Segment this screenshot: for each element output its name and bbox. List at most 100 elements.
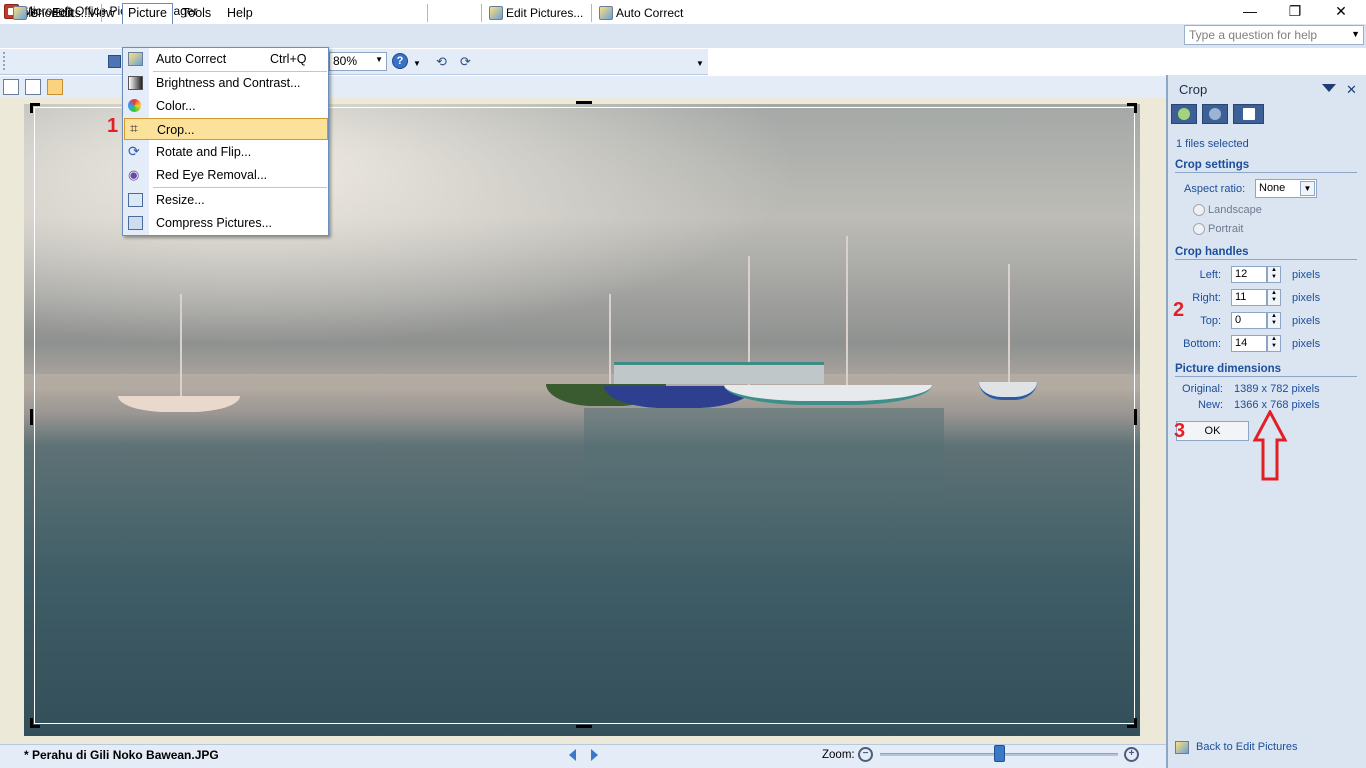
menu-item-brightness-contrast[interactable]: Brightness and Contrast... — [123, 72, 328, 94]
crop-right-input[interactable]: 11 — [1231, 289, 1267, 306]
chevron-down-icon[interactable]: ▼ — [375, 55, 383, 64]
pane-back-button[interactable] — [1171, 104, 1197, 124]
home-icon — [1243, 108, 1255, 120]
section-divider — [1175, 259, 1357, 260]
help-icon[interactable]: ? — [392, 53, 408, 69]
menu-separator — [153, 187, 327, 188]
toolbar-separator — [427, 4, 428, 22]
chevron-down-icon[interactable]: ▼ — [1300, 181, 1315, 196]
pane-home-button[interactable] — [1233, 104, 1264, 124]
crop-handle-right[interactable] — [1134, 409, 1137, 425]
toolbar-grip[interactable] — [3, 52, 5, 70]
menu-item-label: Rotate and Flip... — [156, 145, 252, 159]
crop-bottom-input[interactable]: 14 — [1231, 335, 1267, 352]
pane-close-icon[interactable]: ✕ — [1346, 82, 1357, 98]
crop-handle-top-right[interactable] — [1127, 103, 1137, 113]
save-icon[interactable] — [108, 55, 121, 68]
menu-item-crop[interactable]: ⌗ Crop... — [124, 118, 328, 140]
menu-item-auto-correct[interactable]: Auto Correct Ctrl+Q — [123, 48, 328, 70]
menu-picture[interactable]: Picture — [122, 3, 173, 24]
edit-pictures-icon — [1175, 741, 1189, 754]
toolbar-separator — [101, 4, 102, 22]
crop-handles-heading: Crop handles — [1175, 246, 1249, 258]
annotation-arrow-icon — [1252, 410, 1288, 481]
rotate-flip-icon: ⟳ — [128, 143, 140, 159]
menu-item-label: Crop... — [157, 123, 195, 137]
edit-pictures-button[interactable]: Edit Pictures... — [489, 3, 583, 23]
picture-dimensions-heading: Picture dimensions — [1175, 363, 1282, 375]
menu-item-rotate-flip[interactable]: ⟳ Rotate and Flip... — [123, 141, 328, 163]
zoom-out-icon[interactable]: − — [858, 747, 873, 762]
crop-handle-bottom-left[interactable] — [30, 718, 40, 728]
toolbar-options-icon[interactable]: ▼ — [413, 59, 421, 68]
file-name: * Perahu di Gili Noko Bawean.JPG — [24, 748, 219, 762]
crop-handle-top-left[interactable] — [30, 103, 40, 113]
next-picture-icon[interactable] — [591, 749, 598, 761]
auto-correct-icon — [599, 6, 613, 20]
portrait-label: Portrait — [1208, 223, 1244, 235]
menu-tools[interactable]: Tools — [177, 4, 216, 22]
shortcuts-label: Shortcuts... — [30, 6, 91, 20]
crop-top-input[interactable]: 0 — [1231, 312, 1267, 329]
menu-item-compress[interactable]: Compress Pictures... — [123, 212, 328, 234]
crop-handle-top[interactable] — [576, 101, 592, 104]
zoom-combo-value: 80% — [333, 54, 358, 68]
crop-left-input[interactable]: 12 — [1231, 266, 1267, 283]
back-arrow-icon — [1178, 108, 1190, 120]
menu-item-red-eye[interactable]: ◉ Red Eye Removal... — [123, 164, 328, 186]
annotation-step-2: 2 — [1173, 299, 1185, 321]
aspect-ratio-label: Aspect ratio: — [1184, 183, 1246, 195]
ok-button[interactable]: OK — [1176, 421, 1249, 441]
menu-item-shortcut: Ctrl+Q — [270, 52, 307, 66]
crop-handle-left[interactable] — [30, 409, 33, 425]
auto-correct-label: Auto Correct — [616, 6, 684, 20]
aspect-ratio-select[interactable]: None ▼ — [1255, 179, 1317, 198]
new-dimensions-label: New: — [1197, 399, 1223, 411]
landscape-radio[interactable] — [1193, 204, 1205, 216]
auto-correct-button[interactable]: Auto Correct — [599, 3, 683, 23]
zoom-slider-thumb[interactable] — [994, 745, 1005, 762]
crop-handle-bottom[interactable] — [576, 725, 592, 728]
zoom-in-icon[interactable]: + — [1124, 747, 1139, 762]
crop-handle-bottom-right[interactable] — [1127, 718, 1137, 728]
portrait-radio[interactable] — [1193, 223, 1205, 235]
section-divider — [1175, 376, 1357, 377]
thumbnail-view-icon[interactable] — [3, 79, 19, 95]
crop-left-spinner[interactable]: ▲ ▼ — [1267, 266, 1281, 283]
menu-item-resize[interactable]: Resize... — [123, 189, 328, 211]
previous-picture-icon[interactable] — [569, 749, 576, 761]
crop-icon: ⌗ — [130, 120, 138, 136]
pane-forward-button[interactable] — [1202, 104, 1228, 124]
toolbar-options-icon[interactable]: ▼ — [696, 59, 704, 68]
rotate-right-icon[interactable]: ⟳ — [460, 54, 476, 69]
pane-menu-chevron-icon[interactable] — [1322, 84, 1336, 92]
shortcuts-button[interactable]: Shortcuts... — [13, 3, 91, 23]
eye-icon: ◉ — [128, 167, 140, 182]
zoom-label: Zoom: — [822, 749, 855, 761]
menu-item-color[interactable]: Color... — [123, 95, 328, 117]
help-search-input[interactable]: Type a question for help ▼ — [1184, 25, 1364, 45]
crop-left-label: Left: — [1199, 269, 1221, 281]
compress-icon — [128, 216, 143, 230]
zoom-combo[interactable]: 80% ▼ — [329, 52, 387, 71]
section-divider — [1175, 172, 1357, 173]
single-picture-view-icon[interactable] — [47, 79, 63, 95]
close-button[interactable]: ✕ — [1318, 0, 1364, 22]
menu-item-label: Red Eye Removal... — [156, 168, 268, 182]
menu-item-label: Resize... — [156, 193, 205, 207]
back-to-edit-pictures-link[interactable]: Back to Edit Pictures — [1196, 741, 1298, 753]
chevron-down-icon[interactable]: ▼ — [1351, 29, 1360, 39]
edit-pictures-label: Edit Pictures... — [506, 6, 584, 20]
minimize-button[interactable]: — — [1227, 0, 1273, 22]
rotate-left-icon[interactable]: ⟲ — [436, 54, 452, 69]
shortcuts-icon — [13, 6, 27, 20]
menu-help[interactable]: Help — [222, 4, 258, 22]
crop-settings-heading: Crop settings — [1175, 159, 1250, 171]
menu-item-label: Brightness and Contrast... — [156, 76, 301, 90]
crop-bottom-spinner[interactable]: ▲ ▼ — [1267, 335, 1281, 352]
crop-right-spinner[interactable]: ▲ ▼ — [1267, 289, 1281, 306]
restore-button[interactable]: ❐ — [1272, 0, 1318, 22]
annotation-step-3: 3 — [1174, 420, 1186, 442]
crop-top-spinner[interactable]: ▲ ▼ — [1267, 312, 1281, 329]
filmstrip-view-icon[interactable] — [25, 79, 41, 95]
